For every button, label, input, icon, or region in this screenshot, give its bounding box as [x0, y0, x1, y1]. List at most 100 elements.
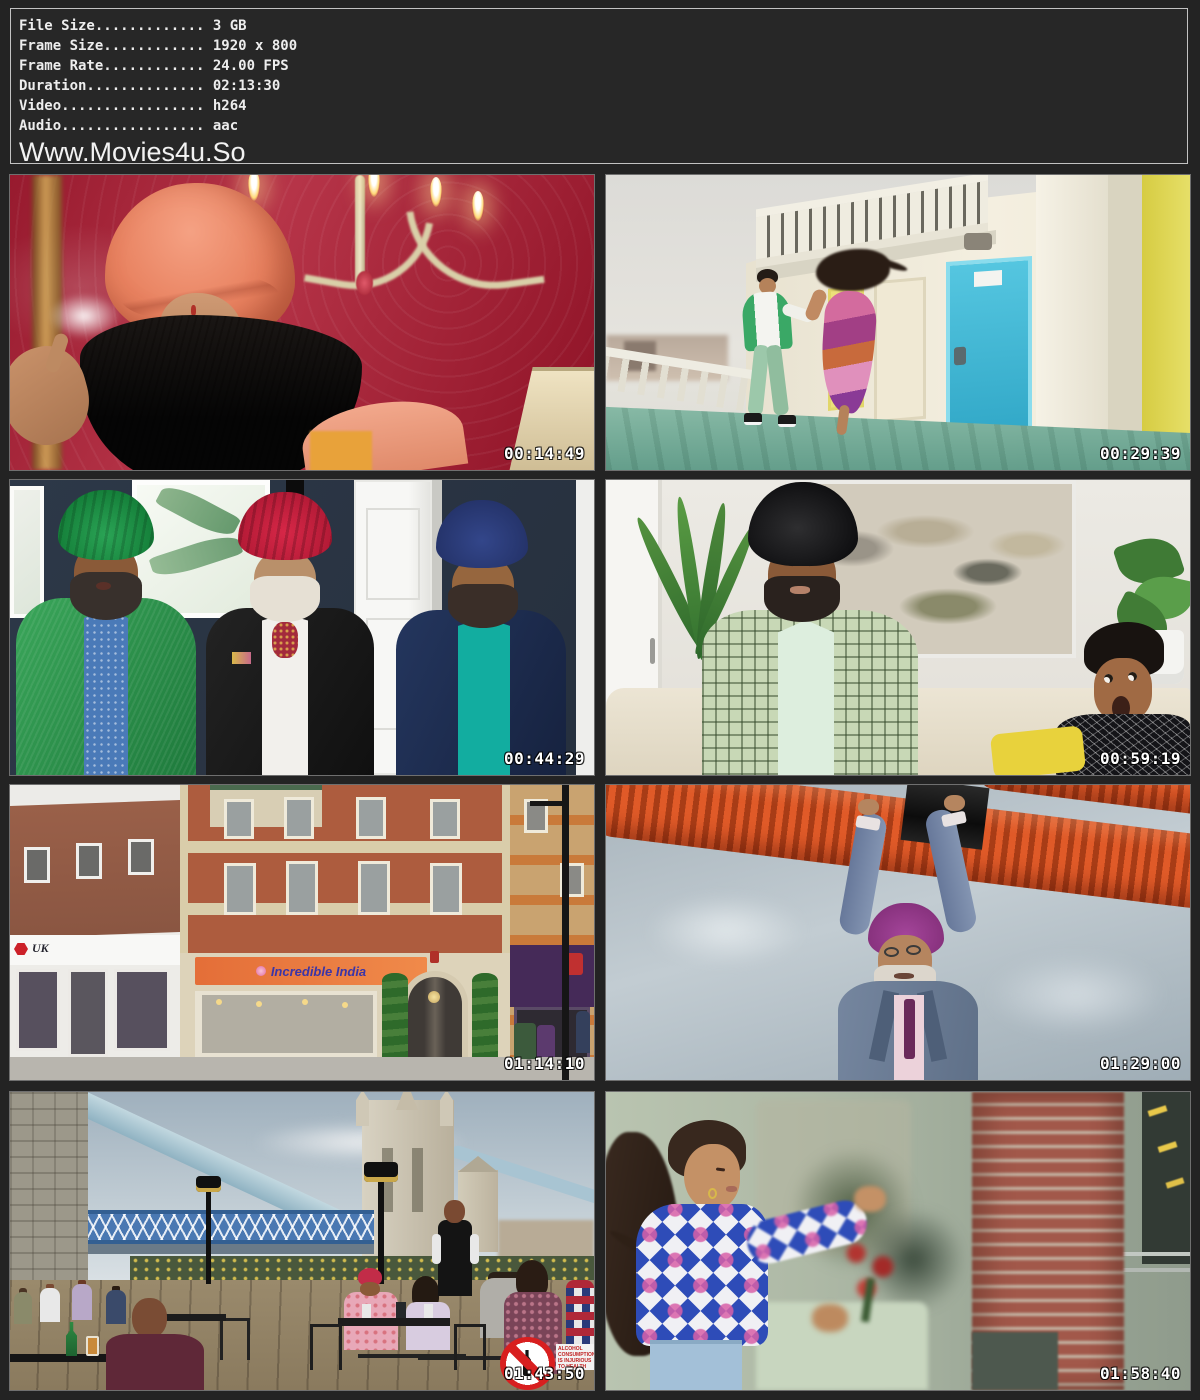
- entrance-chandelier: [428, 991, 440, 1003]
- timestamp: 01:58:40: [1100, 1364, 1181, 1383]
- red-emblem: [430, 951, 439, 963]
- waiter: [438, 1220, 472, 1296]
- waiter-sleeve: [470, 1234, 479, 1264]
- cloud: [986, 955, 1166, 1035]
- warm-light: [216, 999, 222, 1005]
- timestamp: 00:14:49: [504, 444, 585, 463]
- dark-beard: [764, 576, 840, 622]
- audio-codec-line: Audio................. aac: [19, 116, 1187, 136]
- orange-sash: [310, 431, 372, 470]
- girder-underside: [74, 1244, 374, 1254]
- diner-face: [360, 1282, 380, 1296]
- frame-rate-line: Frame Rate............ 24.00 FPS: [19, 56, 1187, 76]
- sneaker: [778, 415, 796, 427]
- cafe-table: [338, 1318, 450, 1326]
- paisley-cravat: [272, 622, 298, 658]
- timestamp: 00:44:29: [504, 749, 585, 768]
- movie-still-7: ALCOHOL CONSUMPTION IS INJURIOUS TO HEAL…: [10, 1092, 594, 1390]
- face-profile: [684, 1144, 740, 1210]
- tower-window: [412, 1148, 423, 1212]
- shop-window: [114, 969, 170, 1051]
- lamp-arm: [530, 801, 566, 806]
- lips: [726, 1186, 737, 1192]
- frame-size-line: Frame Size............ 1920 x 800: [19, 36, 1187, 56]
- window: [224, 863, 256, 915]
- street-lamp-head: [364, 1162, 398, 1182]
- sneaker: [744, 413, 762, 425]
- eye: [1104, 674, 1113, 683]
- window: [358, 861, 390, 915]
- yellow-cushion: [990, 725, 1086, 775]
- video-codec-line: Video................. h264: [19, 96, 1187, 116]
- lamp-post: [562, 785, 569, 1080]
- shop-door: [68, 969, 108, 1057]
- window: [286, 861, 318, 915]
- smiling-mouth: [894, 973, 914, 979]
- wall-lantern: [964, 233, 992, 250]
- blue-jeans: [650, 1340, 742, 1390]
- diner: [72, 1284, 92, 1320]
- timestamp: 00:59:19: [1100, 749, 1181, 768]
- wall-frame-left: [10, 486, 44, 618]
- blurred-hand: [854, 1186, 886, 1212]
- duration-line: Duration.............. 02:13:30: [19, 76, 1187, 96]
- door-panel: [366, 508, 420, 600]
- cup: [396, 1302, 406, 1318]
- hoop-earring: [708, 1188, 717, 1199]
- cafe-chair: [220, 1318, 250, 1360]
- mint-shirt: [778, 620, 834, 775]
- white-beard: [250, 576, 320, 622]
- timestamp: 01:43:50: [504, 1364, 585, 1383]
- timestamp: 01:29:00: [1100, 1054, 1181, 1073]
- street-lamp-head: [196, 1176, 221, 1192]
- timestamp: 01:14:10: [504, 1054, 585, 1073]
- waiter-head: [444, 1200, 465, 1223]
- window: [284, 797, 314, 839]
- candle-flame: [430, 177, 442, 207]
- diner: [106, 1290, 126, 1324]
- window: [76, 843, 102, 879]
- foreground-man-head: [132, 1298, 167, 1338]
- man-track-jacket: [741, 290, 793, 351]
- bank-sign: UK: [32, 941, 49, 956]
- dark-base-band: [972, 1332, 1058, 1390]
- chandelier-red-bead: [356, 271, 373, 295]
- screenshot-collage: File Size............. 3 GB Frame Size..…: [0, 0, 1200, 1400]
- dark-beard: [448, 584, 518, 628]
- stone-pillar: [10, 1092, 88, 1306]
- pedestrian: [576, 1011, 590, 1053]
- cloud: [646, 895, 806, 965]
- drink-glass: [86, 1336, 99, 1356]
- cafe-chair: [310, 1324, 342, 1370]
- maroon-sweater: [106, 1334, 204, 1390]
- teal-shirt: [458, 618, 510, 775]
- site-watermark: Www.Movies4u.So: [19, 137, 1187, 164]
- window: [356, 797, 386, 839]
- window: [24, 847, 50, 883]
- cafe-chair: [454, 1324, 486, 1370]
- blurred-hand: [812, 1304, 848, 1332]
- timestamp: 00:29:39: [1100, 444, 1181, 463]
- window: [224, 799, 254, 839]
- movie-still-8: 01:58:40: [606, 1092, 1190, 1390]
- street-lamp-pole: [378, 1178, 384, 1284]
- movie-still-6: 01:29:00: [606, 785, 1190, 1080]
- file-size-line: File Size............. 3 GB: [19, 16, 1187, 36]
- yellow-wall: [1142, 175, 1190, 470]
- mouth: [96, 582, 111, 590]
- movie-still-4: 00:59:19: [606, 480, 1190, 775]
- bridge-girder: [74, 1210, 374, 1244]
- dark-beard: [70, 572, 142, 620]
- diner: [40, 1288, 60, 1322]
- wheelie-bin-purple: [537, 1025, 555, 1057]
- grimace-mouth: [790, 586, 810, 594]
- media-info-panel: File Size............. 3 GB Frame Size..…: [10, 8, 1188, 164]
- tower-turret: [440, 1092, 453, 1126]
- movie-still-3: 00:44:29: [10, 480, 594, 775]
- glasses: [884, 947, 899, 957]
- door-latch: [954, 347, 966, 366]
- door-number-plate: [974, 270, 1002, 287]
- movie-still-1: 00:14:49: [10, 175, 594, 470]
- door-handle: [650, 638, 655, 664]
- cup: [362, 1304, 371, 1318]
